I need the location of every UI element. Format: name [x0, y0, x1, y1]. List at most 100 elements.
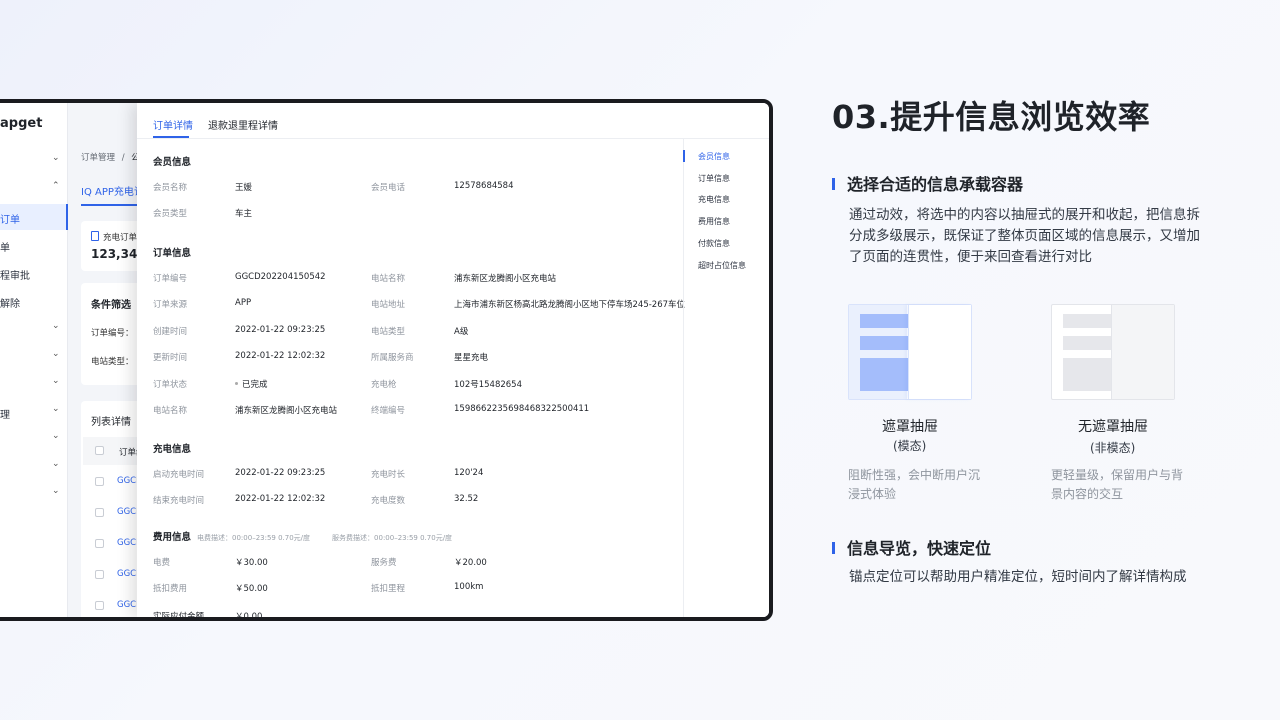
select-all-checkbox[interactable] — [95, 446, 104, 455]
sidebar-item[interactable]: ⌄ — [0, 344, 68, 370]
chevron-icon: ⌃ — [52, 181, 60, 191]
field-value: 15986622356984683225004​11 — [454, 404, 590, 414]
sidebar-item[interactable]: ⌄ — [0, 481, 68, 507]
field-value: A级 — [454, 327, 469, 337]
sidebar-item[interactable]: ⌄ — [0, 371, 68, 397]
section-charging-title: 充电信息 — [153, 444, 192, 455]
sidebar-item[interactable]: 理 ⌄ — [0, 399, 68, 425]
sidebar-item[interactable]: 订单 — [0, 204, 68, 230]
field-label: 订单状态 — [153, 380, 188, 390]
block — [860, 358, 908, 391]
field-label: 启动充电时间 — [153, 470, 205, 480]
block — [1063, 358, 1111, 391]
field-label: 充电枪 — [371, 380, 397, 390]
field-label: 电站地址 — [371, 300, 406, 310]
section-heading: 选择合适的信息承载容器 — [832, 171, 1023, 195]
block — [1063, 336, 1111, 350]
row-checkbox[interactable] — [95, 477, 104, 486]
field-value: 浦东新区龙腾阁小区充电站 — [454, 274, 557, 284]
sidebar: apget ⌄ ⌃ 订单单程审批 解除 ⌄ ⌄ ⌄ 理 ⌄ ⌄ ⌄ ⌄ — [0, 103, 68, 617]
order-no-label: 订单编号： — [91, 328, 134, 339]
field-value: 已完成 — [235, 378, 268, 390]
field-value: 车主 — [235, 209, 253, 219]
field-label: 充电度数 — [371, 496, 406, 506]
field-label: 订单编号 — [153, 274, 188, 284]
field-value: 2022-01-22 09:23:25 — [235, 325, 326, 335]
field-label: 充电时长 — [371, 470, 406, 480]
section-description: 通过动效，将选中的内容以抽屉式的展开和收起，把信息拆分成多级展示，既保证了整体页… — [849, 207, 1200, 265]
anchor-link[interactable]: 会员信息 — [698, 151, 730, 162]
heading-marker — [832, 542, 835, 554]
field-value: 浦东新区龙腾阁小区充电站 — [235, 406, 338, 416]
anchor-link[interactable]: 充电信息 — [698, 194, 730, 205]
field-value: 2022-01-22 12:02:32 — [235, 351, 326, 361]
tab-order-detail[interactable]: 订单详情 — [153, 117, 193, 132]
anchor-link[interactable]: 费用信息 — [698, 216, 730, 227]
chevron-icon: ⌄ — [52, 153, 60, 163]
nonmodal-drawer-diagram — [1051, 304, 1175, 400]
chevron-icon: ⌄ — [52, 486, 60, 496]
anchor-link[interactable]: 超时占位信息 — [698, 260, 746, 271]
tab-refund-detail[interactable]: 退款退里程详情 — [208, 117, 278, 132]
field-label: 创建时间 — [153, 327, 188, 337]
field-value: 王媛 — [235, 183, 253, 193]
nonmodal-drawer-caption: 无遮罩抽屉 — [1078, 419, 1148, 435]
field-value: 2022-01-22 12:02:32 — [235, 494, 326, 504]
field-value: ￥50.00 — [235, 584, 268, 594]
chevron-icon: ⌄ — [52, 349, 60, 359]
breadcrumb-parent[interactable]: 订单管理 — [81, 153, 115, 163]
chevron-icon: ⌄ — [52, 431, 60, 441]
field-value: 32.52 — [454, 494, 479, 504]
row-checkbox[interactable] — [95, 539, 104, 548]
sidebar-item-label: 订单 — [0, 215, 20, 226]
modal-drawer-caption: 遮罩抽屉 — [882, 419, 938, 435]
chevron-icon: ⌄ — [52, 321, 60, 331]
device-frame: apget ⌄⌃订单单程审批解除⌄⌄⌄理⌄⌄⌄⌄ 订单管理 / 公共充 IQ A… — [0, 99, 773, 621]
field-value: 2022-01-22 09:23:25 — [235, 468, 326, 478]
row-checkbox[interactable] — [95, 570, 104, 579]
sidebar-item[interactable]: ⌄ — [0, 148, 68, 174]
field-label: 更新时间 — [153, 353, 188, 363]
sidebar-item[interactable]: ⌃ — [0, 176, 68, 202]
row-checkbox[interactable] — [95, 508, 104, 517]
section-description: 锚点定位可以帮助用户精准定位，短时间内了解详情构成 — [849, 569, 1187, 585]
sidebar-item-label: 程审批 — [0, 271, 30, 282]
field-label: 订单来源 — [153, 300, 188, 310]
sidebar-item[interactable]: 单 — [0, 232, 68, 258]
field-value: 102号15482654 — [454, 380, 522, 390]
field-value: 100km — [454, 582, 484, 592]
field-label: 电费 — [153, 558, 171, 568]
section-order-title: 订单信息 — [153, 248, 192, 259]
sidebar-item[interactable]: 解除 — [0, 288, 68, 314]
sidebar-item[interactable]: ⌄ — [0, 426, 68, 452]
app-logo: apget — [0, 116, 43, 131]
row-checkbox[interactable] — [95, 601, 104, 610]
filter-title: 条件筛选 — [91, 300, 131, 311]
anchor-nav-track — [683, 139, 684, 617]
field-label: 结束充电时间 — [153, 496, 205, 506]
sidebar-item[interactable]: 程审批 — [0, 260, 68, 286]
field-value: APP — [235, 298, 252, 308]
nonmodal-drawer-subcaption: (非模态) — [1090, 441, 1136, 455]
sidebar-item[interactable]: ⌄ — [0, 316, 68, 342]
sidebar-item[interactable]: ⌄ — [0, 454, 68, 480]
list-title: 列表详情 — [91, 417, 131, 428]
field-value: ￥30.00 — [235, 558, 268, 568]
status-dot-icon — [235, 382, 238, 385]
sidebar-item-label: 理 — [0, 410, 10, 421]
document-icon — [91, 231, 99, 241]
chevron-icon: ⌄ — [52, 459, 60, 469]
order-detail-drawer: 订单详情 退款退里程详情 会员信息 会员名称 王媛 会员电话 125786845… — [137, 103, 769, 617]
field-label: 电站名称 — [153, 406, 188, 416]
field-label: 服务费 — [371, 558, 397, 568]
chevron-icon: ⌄ — [52, 404, 60, 414]
nonmodal-drawer-description: 更轻量级，保留用户与背景内容的交互 — [1051, 468, 1184, 501]
sidebar-item-label: 解除 — [0, 299, 20, 310]
anchor-link[interactable]: 订单信息 — [698, 173, 730, 184]
modal-drawer-subcaption: (模态) — [893, 439, 927, 453]
field-label: 会员类型 — [153, 209, 188, 219]
field-label: 所属服务商 — [371, 353, 414, 363]
field-value: ￥20.00 — [454, 558, 487, 568]
anchor-link[interactable]: 付款信息 — [698, 238, 730, 249]
field-value: 上海市浦东新区杨高北路龙腾阁小区地下停车场245-267车位 — [454, 300, 686, 310]
